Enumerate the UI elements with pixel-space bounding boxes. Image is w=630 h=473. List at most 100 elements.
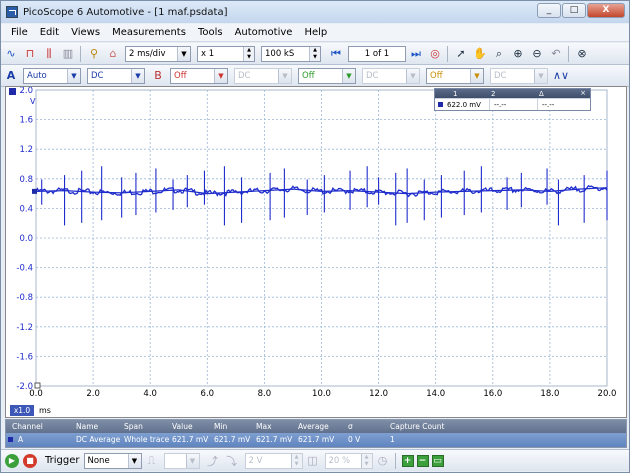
y-tick-label: 2.0 xyxy=(19,87,33,96)
trigger-source-select[interactable]: ▼ xyxy=(163,452,200,469)
channel-b-icon[interactable]: B xyxy=(149,67,167,85)
menu-bar: File Edit Views Measurements Tools Autom… xyxy=(1,24,629,42)
trigger-advanced-icon[interactable]: ⎍ xyxy=(143,452,161,470)
spin-icon: ▲ ▼ xyxy=(243,46,254,61)
zoom-region-icon[interactable]: ⌕ xyxy=(490,45,508,63)
timebase-select[interactable]: 2 ms/div ▼ xyxy=(125,45,191,62)
y-tick-label: 0.4 xyxy=(19,204,33,214)
y-tick-label: -0.8 xyxy=(16,293,33,303)
trigger-level-input[interactable]: 2 V ▲ ▼ xyxy=(244,452,303,469)
add-measurement-icon[interactable]: + xyxy=(401,454,414,467)
waveform-chart[interactable]: 2.01.61.20.80.40.0-0.4-0.8-1.2-1.6-2.0 0… xyxy=(6,87,626,417)
y-tick-label: -0.4 xyxy=(16,264,33,274)
undo-zoom-icon[interactable]: ↶ xyxy=(547,45,565,63)
channel-a-icon[interactable]: A xyxy=(2,67,20,85)
channel-toolbar: A Auto ▼ DC ▼ B Off ▼ DC ▼ Off ▼ DC ▼ Off ▼ DC ▼… xyxy=(1,65,629,87)
x-tick-label: 4.0 xyxy=(143,389,157,399)
x-unit-label: ms xyxy=(39,406,51,415)
header-average: Average xyxy=(298,422,329,431)
pointer-icon[interactable]: ➚ xyxy=(452,45,470,63)
menu-measurements[interactable]: Measurements xyxy=(112,27,186,38)
channel-b-state-select[interactable]: Off ▼ xyxy=(170,67,228,84)
chevron-down-icon: ▼ xyxy=(342,68,355,83)
channel-d-state-select[interactable]: Off ▼ xyxy=(426,67,484,84)
cell-name: DC Average xyxy=(76,435,121,444)
zoom-in-icon[interactable]: ⊕ xyxy=(509,45,527,63)
menu-tools[interactable]: Tools xyxy=(198,27,223,38)
maximize-button[interactable]: □ xyxy=(562,3,586,18)
header-max: Max xyxy=(256,422,272,431)
ruler-value-delta: --.-- xyxy=(542,100,555,109)
probe-icon[interactable]: ⚲ xyxy=(85,45,103,63)
x-tick-label: 2.0 xyxy=(86,389,100,399)
chevron-down-icon: ▼ xyxy=(127,453,141,468)
menu-edit[interactable]: Edit xyxy=(40,27,59,38)
measurements-header: Channel Name Span Value Min Max Average … xyxy=(6,420,626,433)
y-tick-label: 0.8 xyxy=(19,175,33,185)
title-bar: PicoScope 6 Automotive - [1 maf.psdata] … xyxy=(1,1,629,23)
menu-help[interactable]: Help xyxy=(304,27,327,38)
pretrigger-icon[interactable]: ◫ xyxy=(304,452,322,470)
y-tick-label: -1.2 xyxy=(16,323,33,333)
offset-marker xyxy=(32,188,37,194)
hand-icon[interactable]: ✋ xyxy=(471,45,489,63)
header-channel: Channel xyxy=(12,422,43,431)
menu-file[interactable]: File xyxy=(11,27,28,38)
x-tick-label: 10.0 xyxy=(312,389,331,399)
zoom-fit-icon[interactable]: ⊗ xyxy=(573,45,591,63)
falling-edge-icon[interactable]: ⤵ xyxy=(223,452,241,470)
edit-measurement-icon[interactable]: ▭ xyxy=(431,454,444,467)
cell-average: 621.7 mV xyxy=(298,435,335,444)
rising-edge-icon[interactable]: ⤴ xyxy=(204,452,222,470)
last-page-icon[interactable]: ⏭ xyxy=(407,45,425,63)
minimize-button[interactable]: _ xyxy=(537,3,561,18)
compass-icon[interactable]: ◎ xyxy=(426,45,444,63)
channel-c-state-select[interactable]: Off ▼ xyxy=(298,67,356,84)
ruler-row-a: 622.0 mV --.-- --.-- xyxy=(435,98,590,110)
zoom-input[interactable]: x 1 ▲ ▼ xyxy=(197,45,255,62)
scope-mode-icon[interactable]: ∿ xyxy=(2,45,20,63)
channel-a-range-select[interactable]: Auto ▼ xyxy=(23,67,81,84)
x-tick-label: 0.0 xyxy=(29,389,43,399)
measurements-table[interactable]: Channel Name Span Value Min Max Average … xyxy=(5,419,627,448)
persistence-mode-icon[interactable]: ⊓ xyxy=(21,45,39,63)
page-indicator: 1 of 1 xyxy=(348,45,406,62)
menu-views[interactable]: Views xyxy=(71,27,100,38)
channel-a-coupling-select[interactable]: DC ▼ xyxy=(87,67,145,84)
zoom-out-icon[interactable]: ⊖ xyxy=(528,45,546,63)
first-page-icon[interactable]: ⏮ xyxy=(327,45,345,63)
spectrum-mode-icon[interactable]: ⫼ xyxy=(40,45,58,63)
chevron-down-icon: ▼ xyxy=(214,68,227,83)
chevron-down-icon: ▼ xyxy=(185,453,199,468)
trigger-mode-select[interactable]: None ▼ xyxy=(83,452,142,469)
main-toolbar: ∿ ⊓ ⫼ ▥ ⚲ ⌂ 2 ms/div ▼ x 1 ▲ ▼ 100 kS ▲ ▼ ⏮ 1… xyxy=(1,43,629,65)
delay-icon[interactable]: ◷ xyxy=(374,452,392,470)
channel-b-coupling-select[interactable]: DC ▼ xyxy=(234,67,292,84)
pretrigger-percent-input[interactable]: 20 % ▲ ▼ xyxy=(324,452,373,469)
ruler-close-icon[interactable]: × xyxy=(580,89,586,97)
ruler-legend-header: 1 2 Δ × xyxy=(435,89,590,98)
samples-input[interactable]: 100 kS ▲ ▼ xyxy=(261,45,321,62)
channel-a-marker xyxy=(9,88,16,95)
chevron-down-icon: ▼ xyxy=(470,68,483,83)
measurement-row[interactable]: A DC Average Whole trace 621.7 mV 621.7 … xyxy=(6,433,626,447)
channel-a-marker xyxy=(8,437,13,442)
menu-automotive[interactable]: Automotive xyxy=(235,27,293,38)
close-button[interactable]: X xyxy=(587,3,625,18)
home-icon[interactable]: ⌂ xyxy=(104,45,122,63)
header-sigma: σ xyxy=(348,422,353,431)
cell-max: 621.7 mV xyxy=(256,435,293,444)
time-marker xyxy=(34,382,41,389)
zoom-badge: x1.0 xyxy=(10,405,34,416)
channel-d-coupling-select[interactable]: DC ▼ xyxy=(490,67,548,84)
cell-channel: A xyxy=(18,435,24,444)
math-channels-icon[interactable]: ∧∨ xyxy=(552,67,570,85)
bar-mode-icon[interactable]: ▥ xyxy=(59,45,77,63)
ruler-legend[interactable]: 1 2 Δ × 622.0 mV --.-- --.-- xyxy=(434,88,591,111)
channel-c-coupling-select[interactable]: DC ▼ xyxy=(362,67,420,84)
remove-measurement-icon[interactable]: − xyxy=(416,454,429,467)
stop-icon[interactable]: ■ xyxy=(23,453,37,468)
y-unit-label: V xyxy=(30,97,36,106)
scope-view[interactable]: 2.0 1.6 1.2 0.8 0.4 0.0 -0.4 -0.8 -1.2 -1.6 -2.0 0… xyxy=(5,86,627,418)
start-icon[interactable]: ▶ xyxy=(5,453,19,468)
